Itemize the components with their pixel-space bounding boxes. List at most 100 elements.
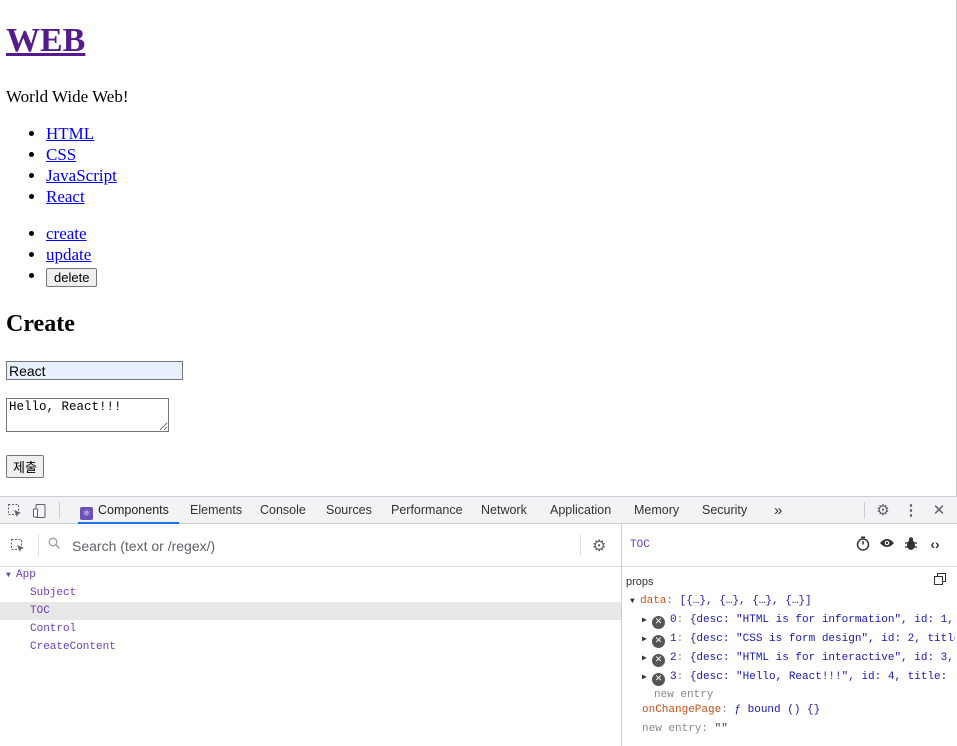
more-tabs-button[interactable]: » bbox=[772, 497, 784, 524]
select-component-icon[interactable] bbox=[10, 538, 26, 554]
tree-node-toc[interactable]: TOC bbox=[0, 602, 621, 620]
stopwatch-icon[interactable] bbox=[855, 536, 871, 554]
prop-key: 3 bbox=[670, 671, 677, 683]
react-logo-icon: ⚛ bbox=[80, 507, 93, 520]
submit-button[interactable]: 제출 bbox=[6, 455, 44, 478]
list-item: HTML bbox=[46, 123, 117, 144]
prop-value: {desc: "CSS is form design", id: 2, titl… bbox=[689, 633, 955, 645]
component-tree-pane: ⚙ ▼App Subject TOC Control CreateContent bbox=[0, 524, 622, 746]
page-heading-link[interactable]: WEB bbox=[6, 22, 85, 60]
delete-entry-icon[interactable]: ✕ bbox=[652, 616, 665, 629]
tree-search-bar: ⚙ bbox=[0, 524, 621, 567]
delete-entry-icon[interactable]: ✕ bbox=[652, 673, 665, 686]
prop-data-row[interactable]: ▼ data: [{…}, {…}, {…}, {…}] bbox=[630, 595, 955, 607]
props-header: TOC ‹› bbox=[622, 524, 957, 567]
tab-application[interactable]: Application bbox=[548, 497, 613, 524]
tab-security[interactable]: Security bbox=[700, 497, 749, 524]
tree-node-label: TOC bbox=[30, 605, 50, 617]
prop-value: {desc: "Hello, React!!!", id: 4, title: … bbox=[689, 671, 955, 683]
list-item: CSS bbox=[46, 144, 117, 165]
delete-entry-icon[interactable]: ✕ bbox=[652, 635, 665, 648]
tab-components[interactable]: ⚛ Components bbox=[78, 497, 179, 524]
eye-icon[interactable] bbox=[879, 536, 895, 552]
gear-icon[interactable]: ⚙ bbox=[592, 536, 606, 556]
new-entry-placeholder[interactable]: new entry bbox=[654, 689, 713, 701]
prop-key: onChangePage bbox=[642, 704, 722, 716]
toc-link-javascript[interactable]: JavaScript bbox=[46, 166, 117, 185]
toolbar-divider bbox=[59, 502, 60, 519]
prop-key: 2 bbox=[670, 652, 677, 664]
toc-list: HTML CSS JavaScript React bbox=[6, 123, 117, 207]
list-item: JavaScript bbox=[46, 165, 117, 186]
search-divider bbox=[38, 534, 39, 556]
devtools-panel: ⚛ Components Elements Console Sources Per… bbox=[0, 496, 957, 746]
prop-value: [{…}, {…}, {…}, {…}] bbox=[679, 595, 812, 607]
create-link[interactable]: create bbox=[46, 224, 87, 243]
toc-link-html[interactable]: HTML bbox=[46, 124, 94, 143]
update-link[interactable]: update bbox=[46, 245, 91, 264]
toolbar-divider bbox=[864, 502, 865, 519]
search-divider bbox=[580, 534, 581, 556]
prop-key: new entry bbox=[642, 723, 702, 735]
prop-new-entry-row[interactable]: new entry: "" bbox=[642, 723, 955, 735]
tab-label: Components bbox=[98, 503, 169, 517]
tree-node-label: Subject bbox=[30, 587, 77, 599]
expand-triangle-icon[interactable]: ▼ bbox=[6, 567, 16, 585]
prop-value: {desc: "HTML is for information", id: 1,… bbox=[689, 614, 955, 626]
tree-node-app[interactable]: ▼ App bbox=[0, 566, 621, 584]
tab-memory[interactable]: Memory bbox=[632, 497, 681, 524]
devtools-toolbar: ⚛ Components Elements Console Sources Per… bbox=[0, 496, 957, 524]
component-search-input[interactable] bbox=[70, 535, 554, 557]
prop-entry-row[interactable]: ▶ ✕ 3: {desc: "Hello, React!!!", id: 4, ti… bbox=[642, 671, 955, 686]
desc-textarea[interactable]: Hello, React!!! bbox=[6, 398, 169, 432]
tree-node-control[interactable]: Control bbox=[0, 620, 621, 638]
tree-node-subject[interactable]: Subject bbox=[0, 584, 621, 602]
title-input[interactable] bbox=[6, 361, 183, 380]
prop-key: 1 bbox=[670, 633, 677, 645]
gear-icon[interactable]: ⚙ bbox=[875, 503, 891, 519]
device-toggle-icon[interactable] bbox=[32, 503, 48, 519]
toc-link-css[interactable]: CSS bbox=[46, 145, 76, 164]
code-icon[interactable]: ‹› bbox=[927, 536, 943, 552]
web-page: WEB World Wide Web! HTML CSS JavaScript … bbox=[0, 0, 957, 496]
tree-node-label: App bbox=[16, 569, 36, 581]
list-item: React bbox=[46, 186, 117, 207]
select-element-icon[interactable] bbox=[7, 503, 23, 519]
prop-value: {desc: "HTML is for interactive", id: 3,… bbox=[689, 652, 955, 664]
toc-link-react[interactable]: React bbox=[46, 187, 85, 206]
prop-value: ƒ bound () {} bbox=[734, 704, 821, 716]
tab-sources[interactable]: Sources bbox=[324, 497, 374, 524]
selected-component-name: TOC bbox=[630, 539, 650, 551]
tab-performance[interactable]: Performance bbox=[389, 497, 465, 524]
tree-node-createcontent[interactable]: CreateContent bbox=[0, 638, 621, 656]
expand-triangle-icon[interactable]: ▶ bbox=[642, 615, 652, 625]
bug-icon[interactable] bbox=[903, 536, 919, 554]
delete-button[interactable]: delete bbox=[46, 267, 98, 287]
expand-triangle-icon[interactable]: ▼ bbox=[630, 597, 640, 606]
prop-key: 0 bbox=[670, 614, 677, 626]
props-pane: TOC ‹› props ▼ data: [{…}, {…}, {…}, {…}]… bbox=[622, 524, 957, 746]
tree-node-label: CreateContent bbox=[30, 641, 116, 653]
prop-entry-row[interactable]: ▶ ✕ 0: {desc: "HTML is for information", i… bbox=[642, 614, 955, 629]
search-icon bbox=[48, 537, 61, 552]
expand-triangle-icon[interactable]: ▶ bbox=[642, 634, 652, 644]
component-tree: ▼ App Subject TOC Control CreateContent bbox=[0, 566, 621, 656]
prop-entry-row[interactable]: ▶ ✕ 2: {desc: "HTML is for interactive", i… bbox=[642, 652, 955, 667]
copy-icon[interactable] bbox=[934, 573, 946, 588]
prop-value[interactable]: "" bbox=[715, 723, 728, 735]
tab-console[interactable]: Console bbox=[258, 497, 308, 524]
delete-entry-icon[interactable]: ✕ bbox=[652, 654, 665, 667]
tree-node-label: Control bbox=[30, 623, 77, 635]
prop-entry-row[interactable]: ▶ ✕ 1: {desc: "CSS is form design", id: 2,… bbox=[642, 633, 955, 648]
kebab-menu-icon[interactable]: ⋮ bbox=[903, 503, 919, 519]
create-heading: Create bbox=[6, 311, 75, 337]
close-icon[interactable]: ✕ bbox=[931, 503, 947, 519]
prop-onchangepage-row[interactable]: onChangePage: ƒ bound () {} bbox=[642, 704, 955, 716]
tab-elements[interactable]: Elements bbox=[188, 497, 244, 524]
expand-triangle-icon[interactable]: ▶ bbox=[642, 653, 652, 663]
expand-triangle-icon[interactable]: ▶ bbox=[642, 672, 652, 682]
list-item: update bbox=[46, 244, 97, 265]
tab-network[interactable]: Network bbox=[479, 497, 529, 524]
prop-key: data bbox=[640, 595, 667, 607]
page-subtitle: World Wide Web! bbox=[6, 87, 129, 106]
